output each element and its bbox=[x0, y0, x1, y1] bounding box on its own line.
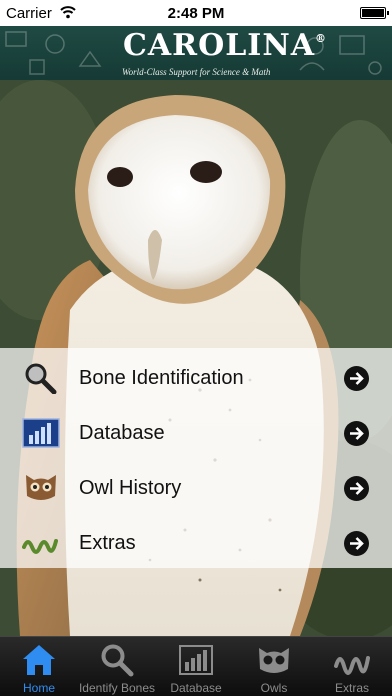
status-time: 2:48 PM bbox=[167, 5, 225, 22]
tab-label: Home bbox=[22, 681, 55, 695]
menu-item-owl-history[interactable]: Owl History bbox=[0, 460, 392, 515]
header-banner: CAROLINA® World-Class Support for Scienc… bbox=[0, 26, 392, 80]
tab-database[interactable]: Database bbox=[157, 637, 235, 696]
menu-item-label: Database bbox=[79, 422, 165, 444]
menu-item-bone-identification[interactable]: Bone Identification bbox=[0, 350, 392, 405]
arrow-right-icon[interactable] bbox=[344, 366, 369, 391]
menu-item-database[interactable]: Database bbox=[0, 405, 392, 460]
menu-item-label: Extras bbox=[79, 532, 136, 554]
tab-label: Extras bbox=[334, 681, 369, 695]
home-icon bbox=[23, 645, 55, 675]
tab-label: Identify Bones bbox=[78, 681, 156, 695]
arrow-right-icon[interactable] bbox=[344, 476, 369, 501]
tab-bar: Home Identify Bones Database Owls Extras bbox=[0, 636, 392, 696]
tab-home[interactable]: Home bbox=[0, 637, 78, 696]
tab-label: Owls bbox=[260, 681, 288, 695]
owl-face-icon bbox=[26, 475, 56, 500]
tab-label: Database bbox=[170, 681, 222, 695]
menu-item-label: Bone Identification bbox=[79, 367, 244, 389]
battery-icon bbox=[360, 7, 389, 19]
tab-identify-bones[interactable]: Identify Bones bbox=[78, 637, 156, 696]
status-bar: Carrier 2:48 PM bbox=[0, 0, 392, 26]
search-icon bbox=[101, 644, 134, 677]
carolina-logo: CAROLINA® bbox=[123, 28, 328, 63]
bar-chart-icon bbox=[22, 418, 60, 448]
menu-item-extras[interactable]: Extras bbox=[0, 515, 392, 570]
squiggle-icon bbox=[22, 539, 58, 554]
bar-chart-icon bbox=[179, 645, 213, 675]
magnifier-icon bbox=[25, 363, 57, 394]
tab-owls[interactable]: Owls bbox=[235, 637, 313, 696]
banner-tagline: World-Class Support for Science & Math bbox=[122, 67, 271, 77]
tab-extras[interactable]: Extras bbox=[313, 637, 391, 696]
arrow-right-icon[interactable] bbox=[344, 421, 369, 446]
main-menu: Bone Identification Database Owl History bbox=[0, 348, 392, 568]
arrow-right-icon[interactable] bbox=[344, 531, 369, 556]
squiggle-icon bbox=[334, 656, 370, 675]
menu-item-label: Owl History bbox=[79, 477, 182, 499]
owl-face-icon bbox=[259, 648, 289, 673]
